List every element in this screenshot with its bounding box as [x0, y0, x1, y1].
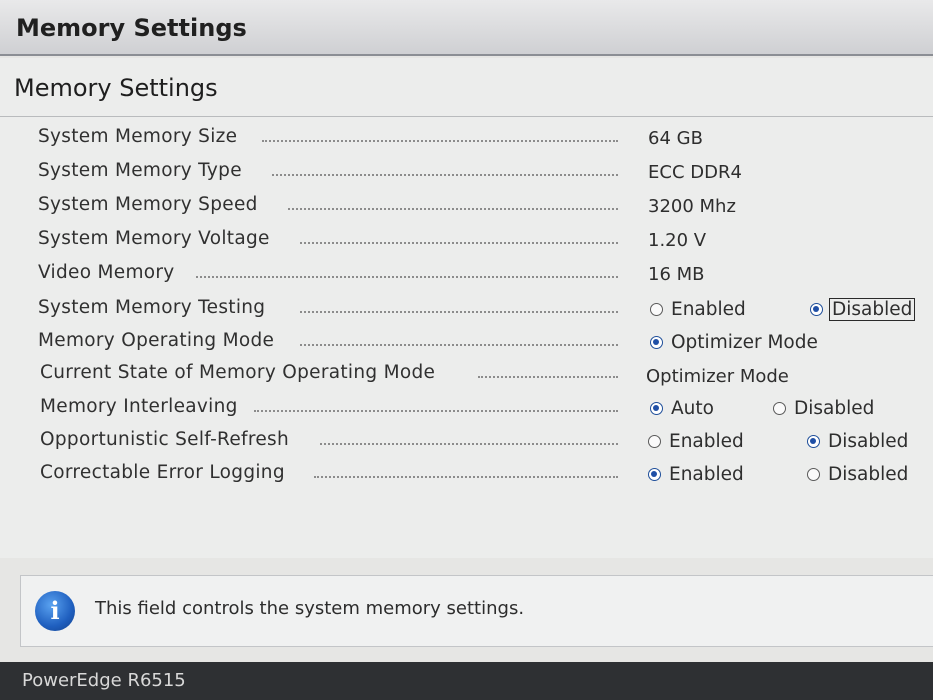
setting-label: Memory Operating Mode [38, 330, 281, 351]
leader-dots [300, 344, 618, 346]
radio-enabled[interactable]: Enabled [648, 429, 744, 453]
help-text: This field controls the system memory se… [95, 598, 525, 619]
leader-dots [314, 476, 618, 478]
section-heading: Memory Settings [14, 74, 218, 102]
title-bar: Memory Settings [0, 0, 933, 56]
radio-selected-icon [650, 335, 663, 349]
setting-value: ECC DDR4 [648, 162, 742, 183]
setting-row-correctable-error-logging[interactable]: Correctable Error Logging Enabled Disabl… [0, 458, 933, 488]
leader-dots [478, 376, 618, 378]
setting-label: System Memory Type [38, 160, 248, 181]
radio-unselected-icon [650, 302, 663, 316]
help-panel: i This field controls the system memory … [20, 575, 933, 647]
radio-optimizer-mode[interactable]: Optimizer Mode [650, 330, 818, 354]
info-icon: i [35, 591, 75, 631]
setting-row-system-memory-voltage: System Memory Voltage 1.20 V [0, 224, 933, 254]
radio-disabled[interactable]: Disabled [810, 297, 916, 321]
setting-row-video-memory: Video Memory 16 MB [0, 258, 933, 288]
setting-value: 1.20 V [648, 230, 707, 251]
settings-panel: Memory Settings System Memory Size 64 GB… [0, 58, 933, 558]
footer-bar: PowerEdge R6515 [0, 662, 933, 700]
setting-label: Video Memory [38, 262, 181, 283]
window-title: Memory Settings [16, 14, 247, 42]
setting-row-current-state-memory-operating-mode: Current State of Memory Operating Mode O… [0, 358, 933, 388]
setting-row-system-memory-type: System Memory Type ECC DDR4 [0, 156, 933, 186]
leader-dots [262, 140, 618, 142]
setting-row-memory-operating-mode[interactable]: Memory Operating Mode Optimizer Mode [0, 326, 933, 356]
radio-enabled[interactable]: Enabled [650, 297, 746, 321]
setting-label: System Memory Testing [38, 297, 272, 318]
setting-label: Current State of Memory Operating Mode [40, 362, 442, 383]
setting-label: System Memory Voltage [38, 228, 276, 249]
leader-dots [272, 174, 618, 176]
setting-row-system-memory-size: System Memory Size 64 GB [0, 122, 933, 152]
bios-setup-screen: Memory Settings Memory Settings System M… [0, 0, 933, 700]
setting-label: System Memory Size [38, 126, 244, 147]
setting-row-system-memory-speed: System Memory Speed 3200 Mhz [0, 190, 933, 220]
radio-auto[interactable]: Auto [650, 396, 714, 420]
setting-label: Correctable Error Logging [40, 462, 291, 483]
setting-row-memory-interleaving[interactable]: Memory Interleaving Auto Disabled [0, 392, 933, 422]
radio-unselected-icon [773, 401, 786, 415]
setting-value: 3200 Mhz [648, 196, 736, 217]
radio-disabled[interactable]: Disabled [807, 462, 908, 486]
radio-disabled[interactable]: Disabled [773, 396, 874, 420]
radio-enabled[interactable]: Enabled [648, 462, 744, 486]
radio-selected-icon [648, 467, 661, 481]
leader-dots [196, 276, 618, 278]
leader-dots [254, 410, 618, 412]
radio-selected-icon [810, 302, 823, 316]
radio-selected-icon [807, 434, 820, 448]
setting-label: Opportunistic Self-Refresh [40, 429, 296, 450]
radio-unselected-icon [807, 467, 820, 481]
setting-value: 64 GB [648, 128, 703, 149]
system-model: PowerEdge R6515 [22, 670, 186, 691]
leader-dots [300, 242, 618, 244]
radio-selected-icon [650, 401, 663, 415]
setting-row-opportunistic-self-refresh[interactable]: Opportunistic Self-Refresh Enabled Disab… [0, 425, 933, 455]
setting-value: 16 MB [648, 264, 705, 285]
leader-dots [288, 208, 618, 210]
leader-dots [320, 443, 618, 445]
leader-dots [300, 311, 618, 313]
radio-unselected-icon [648, 434, 661, 448]
radio-disabled[interactable]: Disabled [807, 429, 908, 453]
setting-value: Optimizer Mode [646, 366, 789, 387]
divider [0, 116, 933, 117]
setting-label: System Memory Speed [38, 194, 264, 215]
setting-row-system-memory-testing[interactable]: System Memory Testing Enabled Disabled [0, 293, 933, 323]
setting-label: Memory Interleaving [40, 396, 244, 417]
